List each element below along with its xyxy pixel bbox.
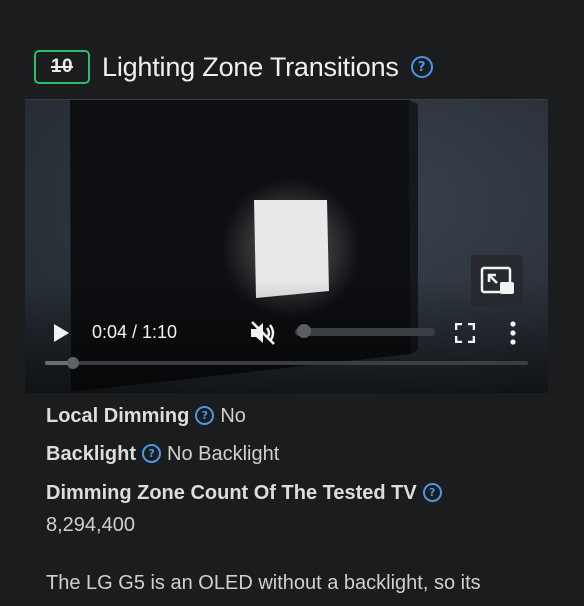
volume-muted-icon (251, 321, 275, 345)
video-player[interactable]: 0:04 / 1:10 (25, 99, 548, 393)
play-button[interactable] (49, 321, 73, 345)
volume-slider-handle[interactable] (297, 324, 311, 338)
picture-in-picture-button[interactable] (471, 255, 523, 307)
description-text: The LG G5 is an OLED without a backlight… (46, 572, 481, 594)
spec-value: No (220, 405, 246, 427)
mute-button[interactable] (246, 317, 280, 349)
volume-slider[interactable] (295, 328, 435, 336)
picture-in-picture-icon (480, 266, 514, 294)
section-header: 10 Lighting Zone Transitions ? (34, 48, 433, 86)
spec-local-dimming: Local Dimming? No (46, 405, 246, 428)
page: 10 Lighting Zone Transitions ? 0:04 / 1:… (0, 0, 584, 606)
section-title: Lighting Zone Transitions (102, 51, 399, 82)
spec-label: Dimming Zone Count Of The Tested TV (46, 482, 417, 504)
play-icon (54, 324, 69, 342)
progress-scrubber[interactable] (66, 357, 79, 369)
spec-value: No Backlight (167, 443, 280, 465)
spec-label: Backlight (46, 443, 137, 465)
fullscreen-icon (455, 323, 475, 343)
help-icon[interactable]: ? (142, 444, 162, 463)
help-icon[interactable]: ? (410, 56, 433, 78)
fullscreen-button[interactable] (453, 321, 477, 345)
help-icon[interactable]: ? (422, 483, 442, 502)
spec-value: 8,294,400 (46, 514, 135, 536)
help-icon[interactable]: ? (195, 406, 215, 425)
spec-dimming-zone-count: Dimming Zone Count Of The Tested TV? (46, 482, 448, 505)
spec-backlight: Backlight? No Backlight (46, 443, 279, 466)
spec-dimming-zone-count-value: 8,294,400 (46, 514, 135, 537)
progress-track[interactable] (45, 361, 528, 365)
more-vertical-icon (510, 321, 516, 345)
time-display: 0:04 / 1:10 (92, 322, 178, 342)
score-badge: 10 (34, 50, 90, 84)
spec-label: Local Dimming (46, 405, 190, 427)
more-options-button[interactable] (503, 319, 523, 347)
video-frame (25, 100, 548, 393)
